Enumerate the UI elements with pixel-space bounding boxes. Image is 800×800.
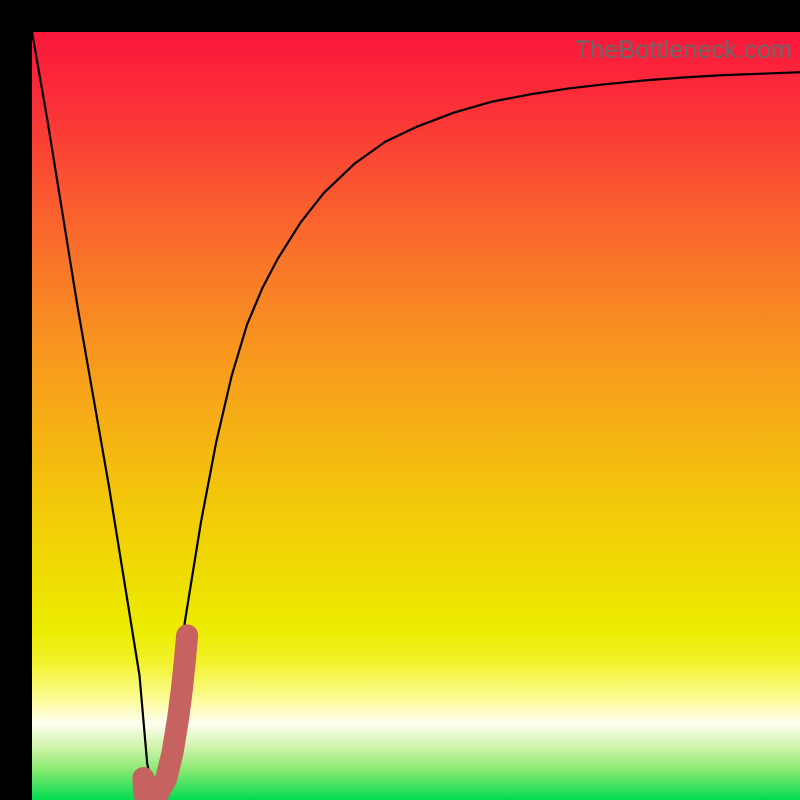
chart-svg (32, 32, 800, 800)
bottleneck-curve (32, 32, 800, 800)
j-hook-marker (143, 635, 187, 800)
outer-frame: TheBottleneck.com (0, 0, 800, 800)
plot-area: TheBottleneck.com (32, 32, 800, 800)
